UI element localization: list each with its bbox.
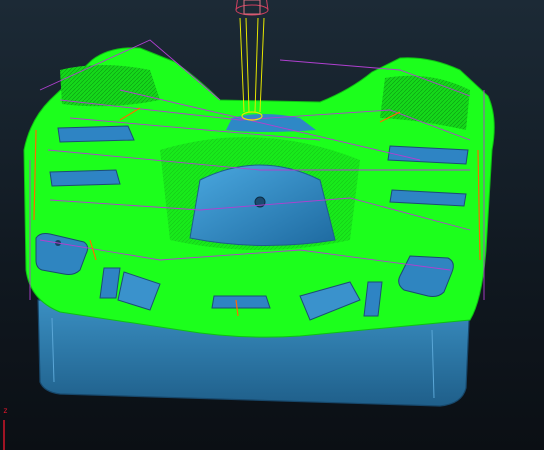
axis-triad: z: [0, 406, 22, 450]
boss-right-front: [398, 255, 454, 297]
pocket-left-upper: [57, 125, 135, 143]
cam-scene[interactable]: [0, 0, 544, 450]
pocket-left-mid: [49, 169, 121, 187]
graphics-viewport[interactable]: z: [0, 0, 544, 450]
pocket-front-center: [211, 295, 271, 309]
